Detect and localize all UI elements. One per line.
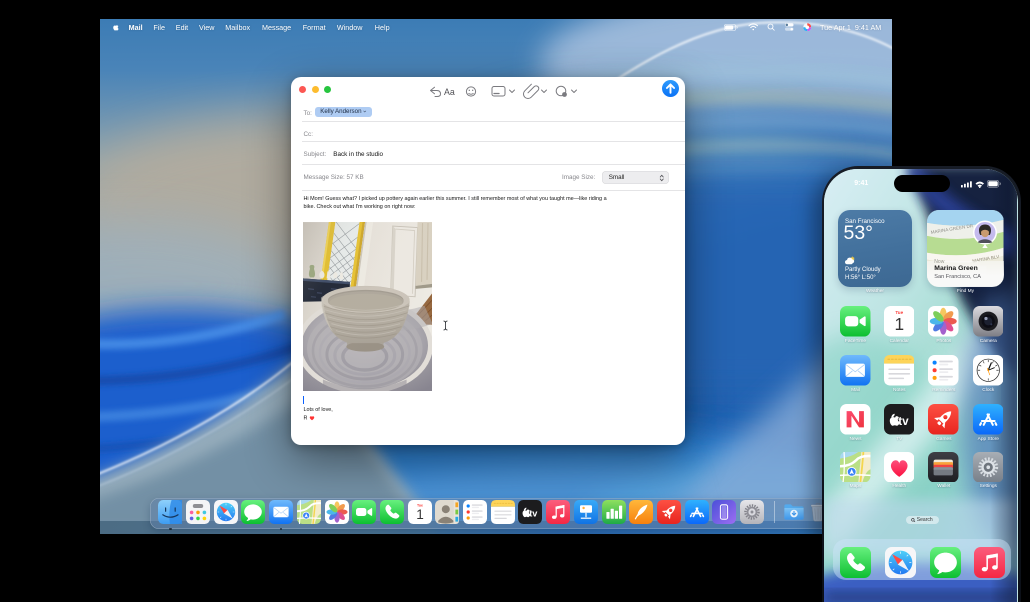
svg-text:Aa: Aa xyxy=(444,87,455,97)
